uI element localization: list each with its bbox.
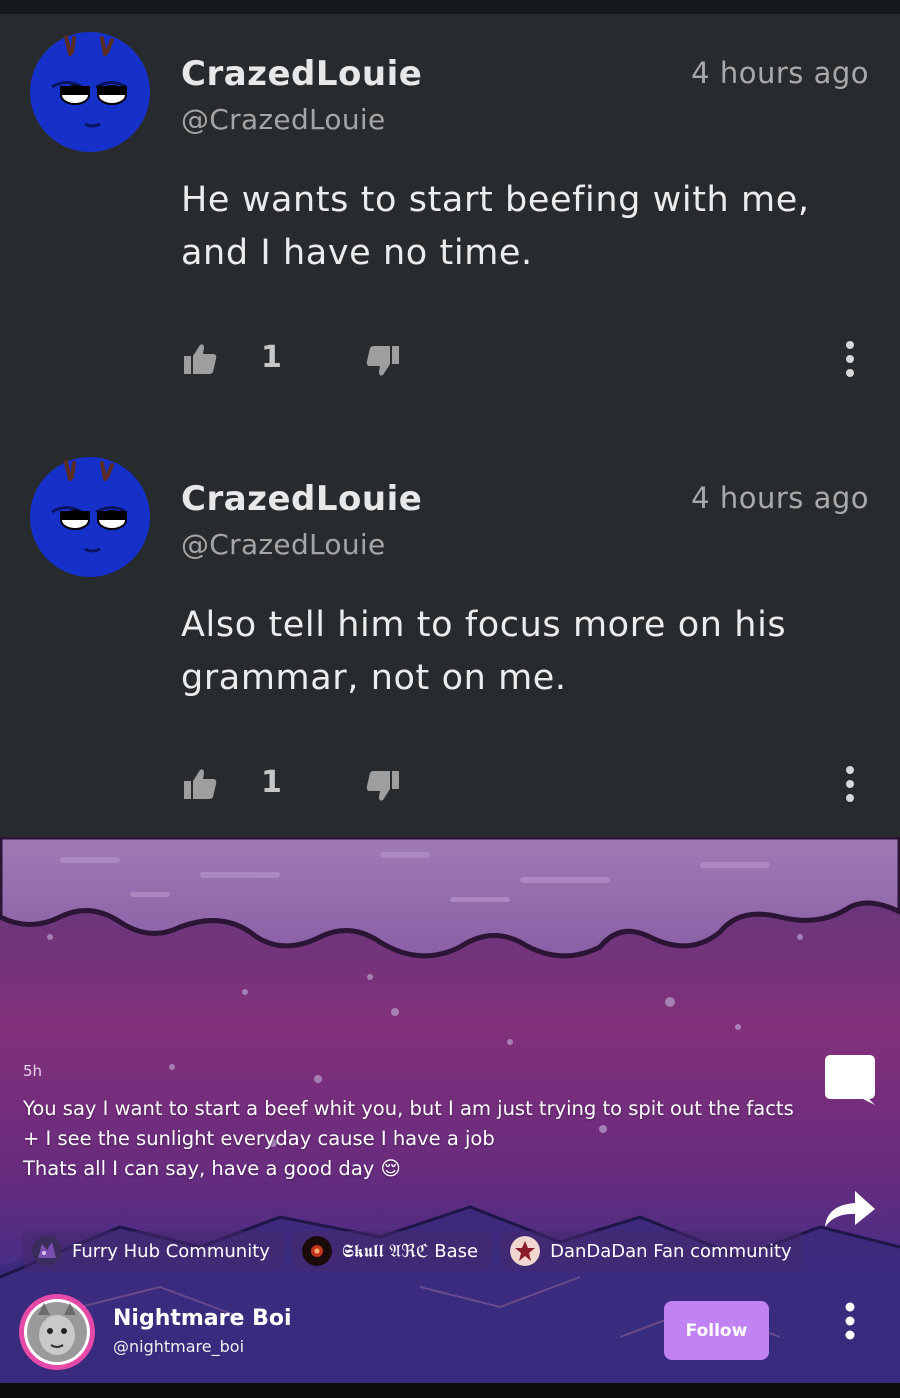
furry-hub-icon <box>32 1236 62 1266</box>
post-card: 5h You say I want to start a beef whit y… <box>0 837 900 1383</box>
comments-section: CrazedLouie @CrazedLouie 4 hours ago He … <box>0 14 900 837</box>
post-caption: You say I want to start a beef whit you,… <box>23 1097 794 1180</box>
community-chip[interactable]: 𝕾𝖐𝖚𝖑𝖑 𝔄ℜℭ Base <box>291 1231 493 1271</box>
comment-handle: @CrazedLouie <box>181 528 386 561</box>
thumbs-up-icon[interactable] <box>183 342 217 376</box>
chat-bubble-icon[interactable] <box>823 1053 877 1107</box>
thumbs-up-icon[interactable] <box>183 767 217 801</box>
comment-text: Also tell him to focus more on his gramm… <box>181 605 787 698</box>
community-name: DanDaDan Fan community <box>550 1240 792 1262</box>
author-name[interactable]: Nightmare Boi <box>113 1306 292 1331</box>
comment-item: CrazedLouie @CrazedLouie 4 hours ago He … <box>0 14 900 439</box>
top-status-strip <box>0 0 900 14</box>
commenter-avatar[interactable] <box>30 32 150 152</box>
author-handle: @nightmare_boi <box>113 1337 245 1356</box>
comment-item: CrazedLouie @CrazedLouie 4 hours ago Als… <box>0 439 900 864</box>
bottom-strip <box>0 1383 900 1398</box>
author-avatar[interactable] <box>18 1293 96 1371</box>
post-timestamp: 5h <box>23 1062 43 1080</box>
comment-handle: @CrazedLouie <box>181 103 386 136</box>
community-name: Furry Hub Community <box>72 1240 270 1262</box>
community-name: 𝕾𝖐𝖚𝖑𝖑 𝔄ℜℭ Base <box>341 1240 479 1262</box>
follow-button[interactable]: Follow <box>664 1301 769 1360</box>
like-count: 1 <box>261 340 282 375</box>
dandadan-icon <box>510 1236 541 1266</box>
thumbs-down-icon[interactable] <box>366 344 400 378</box>
commenter-avatar[interactable] <box>30 457 150 577</box>
community-chips: Furry Hub Community 𝕾𝖐𝖚𝖑𝖑 𝔄ℜℭ Base DanDa… <box>22 1231 802 1271</box>
comment-timestamp: 4 hours ago <box>691 56 869 90</box>
more-options-icon[interactable] <box>838 764 862 804</box>
comment-text: He wants to start beefing with me, and I… <box>181 180 810 273</box>
share-arrow-icon[interactable] <box>823 1189 877 1229</box>
comment-username[interactable]: CrazedLouie <box>181 479 422 519</box>
community-chip[interactable]: DanDaDan Fan community <box>500 1231 802 1271</box>
like-count: 1 <box>261 765 282 800</box>
community-chip[interactable]: Furry Hub Community <box>22 1231 284 1271</box>
skull-arc-icon <box>301 1236 332 1266</box>
comment-timestamp: 4 hours ago <box>691 481 869 515</box>
thumbs-down-icon[interactable] <box>366 769 400 803</box>
more-options-icon[interactable] <box>838 1301 862 1341</box>
comment-username[interactable]: CrazedLouie <box>181 54 422 94</box>
more-options-icon[interactable] <box>838 339 862 379</box>
